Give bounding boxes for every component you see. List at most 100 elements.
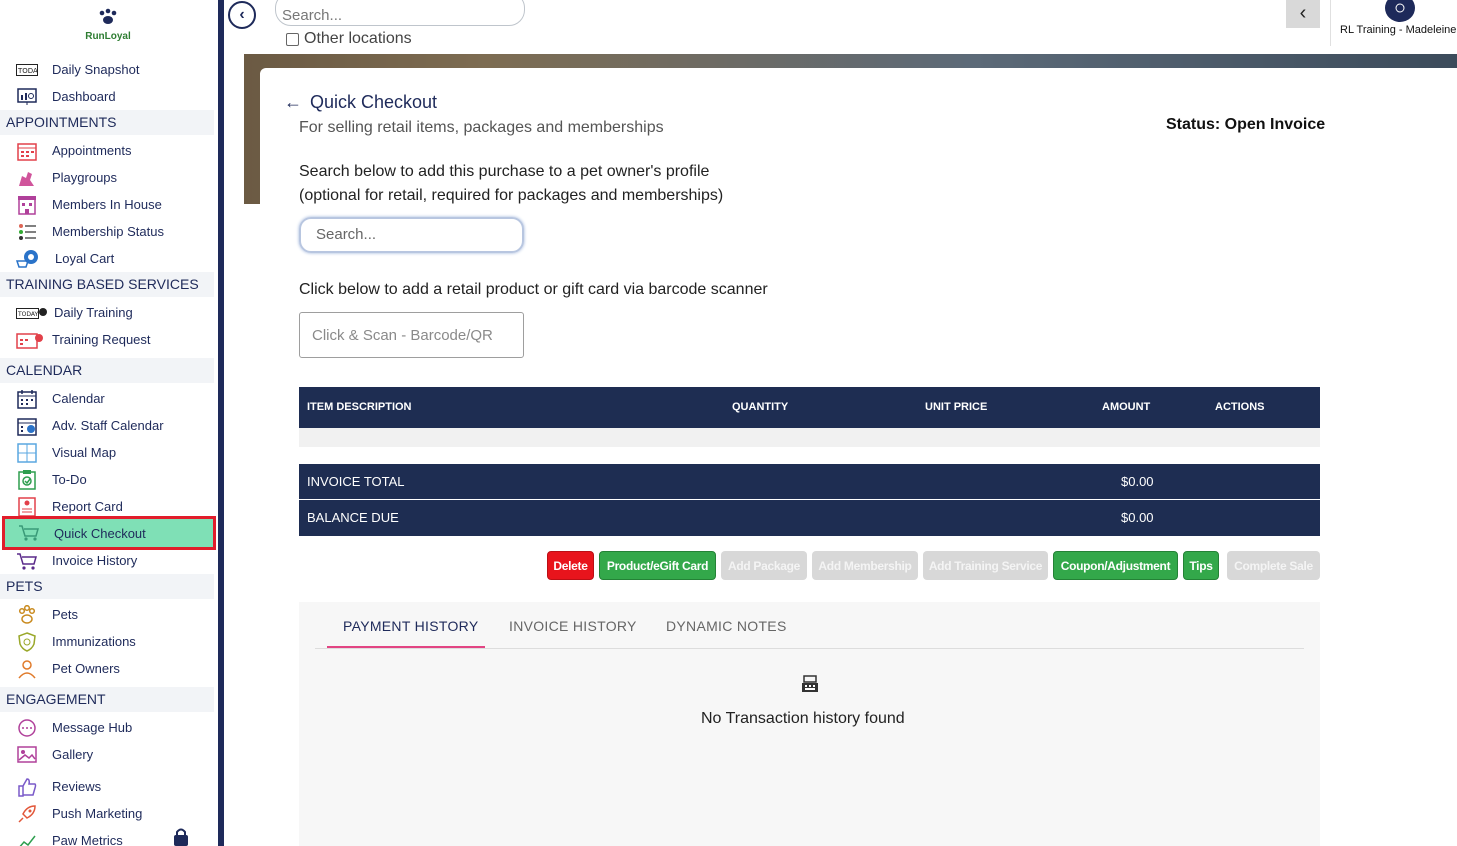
rocket-icon [16,804,38,824]
section-training-based-services: TRAINING BASED SERVICES [0,272,214,297]
sidebar-item-label: Daily Snapshot [52,62,140,77]
sidebar-item-members-in-house[interactable]: Members In House [0,191,214,218]
section-calendar: CALENDAR [0,358,214,383]
barcode-placeholder: Click & Scan - Barcode/QR [312,327,493,344]
invoice-total-label: INVOICE TOTAL [307,474,405,489]
sidebar-item-label: Membership Status [52,224,164,239]
lock-icon [172,828,190,846]
add-training-service-button[interactable]: Add Training Service [923,551,1048,580]
arrow-left-icon[interactable]: ← [284,92,302,113]
tips-button[interactable]: Tips [1183,551,1219,580]
sidebar-item-daily-training[interactable]: TODAY Daily Training [0,299,214,326]
sidebar-item-push-marketing[interactable]: Push Marketing [0,800,214,827]
cart-paw-icon [16,249,38,269]
instruction-line-1: Search below to add this purchase to a p… [299,163,710,180]
sidebar-item-label: Appointments [52,143,132,158]
sidebar-item-label: Playgroups [52,170,118,185]
chevron-left-icon: ‹ [1299,1,1307,24]
sidebar-item-invoice-history[interactable]: Invoice History [0,547,214,574]
list-status-icon [16,222,38,242]
shield-icon [16,631,38,652]
sidebar-item-visual-map[interactable]: Visual Map [0,439,214,466]
tab-invoice-history[interactable]: INVOICE HISTORY [509,618,637,634]
items-table-empty-row [299,428,1320,447]
sidebar-item-label: Members In House [52,197,162,212]
calendar-icon [16,389,38,409]
sidebar-item-quick-checkout[interactable]: Quick Checkout [2,516,216,550]
sidebar-item-gallery[interactable]: Gallery [0,741,214,768]
sidebar-item-label: Training Request [52,332,151,347]
sidebar-item-label: Message Hub [52,720,133,735]
sidebar-item-reviews[interactable]: Reviews [0,773,214,800]
active-tab-indicator [327,646,485,648]
sidebar-item-playgroups[interactable]: Playgroups [0,164,214,191]
paw-icon [16,604,38,625]
tab-payment-history[interactable]: PAYMENT HISTORY [343,618,478,634]
delete-button[interactable]: Delete [547,551,594,580]
sidebar-item-label: Loyal Cart [55,251,115,266]
sidebar-item-dashboard[interactable]: Dashboard [0,83,214,110]
product-egift-card-button[interactable]: Product/eGift Card [599,551,716,580]
account-switcher[interactable]: RL Training - Madeleine [1330,0,1457,46]
global-search-input[interactable]: Search... [275,0,525,26]
page-subtitle: For selling retail items, packages and m… [299,119,664,136]
collapse-sidebar-button[interactable]: ‹ [228,1,256,29]
add-membership-button[interactable]: Add Membership [812,551,918,580]
sidebar-item-daily-snapshot[interactable]: TODAY Daily Snapshot [0,56,214,83]
image-icon [16,745,38,765]
sidebar-item-immunizations[interactable]: Immunizations [0,628,214,655]
today-whistle-icon: TODAY [16,303,48,323]
owner-search-placeholder: Search... [316,226,377,243]
sidebar-item-calendar[interactable]: Calendar [0,385,214,412]
sidebar-item-to-do[interactable]: To-Do [0,466,214,493]
balance-due-value: $0.00 [1121,510,1154,525]
sidebar-item-label: Push Marketing [52,806,143,821]
sidebar-item-training-request[interactable]: Training Request [0,326,214,353]
other-locations-checkbox[interactable] [286,32,299,46]
other-locations-label: Other locations [304,30,412,47]
complete-sale-button[interactable]: Complete Sale [1227,551,1320,580]
invoice-status: Status: Open Invoice [1166,116,1326,133]
tab-dynamic-notes[interactable]: DYNAMIC NOTES [666,618,787,634]
sidebar-item-pets[interactable]: Pets [0,601,214,628]
owner-search-instructions: Search below to add this purchase to a p… [299,160,819,208]
invoice-cart-icon [16,551,38,571]
balance-due-row: BALANCE DUE $0.00 [299,500,1320,536]
staff-calendar-icon [16,416,38,436]
back-button[interactable]: ‹ [1286,0,1320,28]
sidebar-item-message-hub[interactable]: Message Hub [0,714,214,741]
calendar-today-icon: TODAY [16,60,38,80]
sidebar-item-loyal-cart[interactable]: Loyal Cart [0,245,214,272]
sidebar-item-label: Immunizations [52,634,136,649]
sidebar-item-adv-staff-calendar[interactable]: Adv. Staff Calendar [0,412,214,439]
sidebar-item-label: Daily Training [54,305,133,320]
sidebar-item-label: Report Card [52,499,123,514]
add-package-button[interactable]: Add Package [721,551,807,580]
sidebar-item-label: Dashboard [52,89,116,104]
global-search-placeholder: Search... [282,7,343,24]
barcode-scan-input[interactable]: Click & Scan - Barcode/QR [299,312,524,358]
col-amount: AMOUNT [1102,401,1151,413]
chart-line-icon [16,831,38,846]
sidebar-item-label: To-Do [52,472,87,487]
history-tabs: PAYMENT HISTORY INVOICE HISTORY DYNAMIC … [315,602,1304,649]
sidebar-item-membership-status[interactable]: Membership Status [0,218,214,245]
sidebar-item-appointments[interactable]: Appointments [0,137,214,164]
runloyal-logo[interactable]: RunLoyal [80,8,136,42]
sidebar: RunLoyal TODAY Daily Snapshot Dashboard … [0,0,218,846]
section-engagement: ENGAGEMENT [0,687,214,712]
balance-due-label: BALANCE DUE [307,510,399,525]
cart-icon [18,523,40,543]
other-locations-toggle[interactable]: Other locations [286,30,412,48]
sidebar-item-label: Adv. Staff Calendar [52,418,164,433]
sidebar-item-label: Invoice History [52,553,138,568]
brand-name: RunLoyal [85,31,131,42]
sidebar-divider [218,0,224,846]
barcode-instructions: Click below to add a retail product or g… [299,281,768,298]
sidebar-item-label: Pet Owners [52,661,120,676]
owner-search-input[interactable]: Search... [299,217,524,253]
sidebar-item-pet-owners[interactable]: Pet Owners [0,655,214,682]
coupon-adjustment-button[interactable]: Coupon/Adjustment [1053,551,1178,580]
svg-text:TODAY: TODAY [17,67,38,75]
map-grid-icon [16,442,38,463]
